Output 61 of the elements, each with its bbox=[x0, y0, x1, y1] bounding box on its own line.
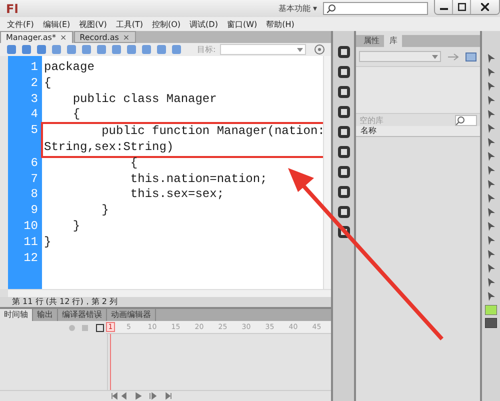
tab-label: Record.as bbox=[80, 32, 119, 42]
line-number: 1 bbox=[30, 60, 39, 76]
target-label: 目标: bbox=[197, 44, 216, 55]
menu-item[interactable]: 文件(F) bbox=[7, 18, 34, 30]
line-number: 10 bbox=[22, 218, 39, 235]
menu-item[interactable]: 工具(T) bbox=[116, 18, 143, 30]
fill-swatch[interactable] bbox=[485, 305, 498, 315]
menu-item[interactable]: 窗口(W) bbox=[226, 18, 258, 30]
library-label: 空的库 bbox=[359, 114, 384, 126]
line-number: 5 bbox=[30, 123, 39, 139]
code-line: this.nation=nation; bbox=[129, 172, 268, 188]
document-tab[interactable]: Record.as × bbox=[74, 31, 136, 43]
menu-item[interactable]: 编辑(E) bbox=[42, 18, 70, 30]
line-number: 2 bbox=[30, 76, 39, 92]
caret-icon bbox=[296, 48, 303, 52]
app-logo: Fl bbox=[5, 2, 18, 16]
column-header[interactable]: 名称 bbox=[356, 126, 480, 137]
line-number: 7 bbox=[30, 172, 39, 188]
line-number: 11 bbox=[22, 234, 39, 251]
code-line: } bbox=[100, 203, 110, 219]
code-line: { bbox=[72, 107, 82, 124]
cursor-icon[interactable] bbox=[486, 53, 497, 64]
line-number: 6 bbox=[30, 156, 39, 172]
panel-tab[interactable]: 属性 bbox=[358, 35, 384, 47]
panel-tab[interactable]: 时间轴 bbox=[0, 309, 33, 321]
code-line: } bbox=[72, 218, 82, 235]
code-line: { bbox=[44, 76, 52, 92]
panel-tab[interactable]: 库 bbox=[384, 35, 402, 47]
tab-label: Manager.as* bbox=[6, 33, 56, 42]
code-line: public class Manager bbox=[72, 92, 218, 108]
menu-item[interactable]: 控制(O) bbox=[152, 18, 181, 30]
stroke-swatch[interactable] bbox=[485, 318, 498, 328]
layer-controls-icon[interactable] bbox=[68, 324, 104, 332]
status-bar: 第 11 行 (共 12 行)，第 2 列 bbox=[0, 297, 331, 307]
line-number: 9 bbox=[30, 203, 39, 219]
document-tab[interactable]: Manager.as* × bbox=[0, 31, 73, 43]
code-line: } bbox=[44, 234, 52, 251]
workspace-dropdown[interactable]: 基本功能 ▾ bbox=[278, 3, 317, 14]
menu-item[interactable]: 视图(V) bbox=[79, 18, 107, 30]
vertical-scrollbar[interactable] bbox=[322, 56, 331, 289]
search-field[interactable] bbox=[323, 2, 428, 15]
line-number: 3 bbox=[30, 92, 39, 108]
code-line: package bbox=[44, 60, 96, 76]
panel-tab[interactable]: 输出 bbox=[33, 309, 58, 321]
line-number: 8 bbox=[30, 187, 39, 204]
minimize-button[interactable] bbox=[435, 0, 453, 14]
maximize-button[interactable] bbox=[453, 0, 471, 14]
menu-item[interactable]: 调试(D) bbox=[190, 18, 218, 30]
code-line: this.sex=sex; bbox=[129, 187, 226, 204]
line-number: 4 bbox=[30, 107, 39, 124]
library-search-field[interactable] bbox=[455, 114, 478, 126]
maximize-icon bbox=[458, 3, 466, 11]
close-button[interactable] bbox=[471, 0, 499, 14]
close-tab-button[interactable]: × bbox=[60, 33, 67, 42]
caret-icon bbox=[432, 54, 438, 58]
code-line: { bbox=[129, 156, 139, 172]
horizontal-scrollbar[interactable] bbox=[8, 289, 331, 297]
close-icon bbox=[481, 3, 489, 11]
close-tab-button[interactable]: × bbox=[122, 32, 130, 42]
menu-item[interactable]: 帮助(H) bbox=[266, 18, 294, 30]
line-number: 12 bbox=[22, 250, 39, 266]
